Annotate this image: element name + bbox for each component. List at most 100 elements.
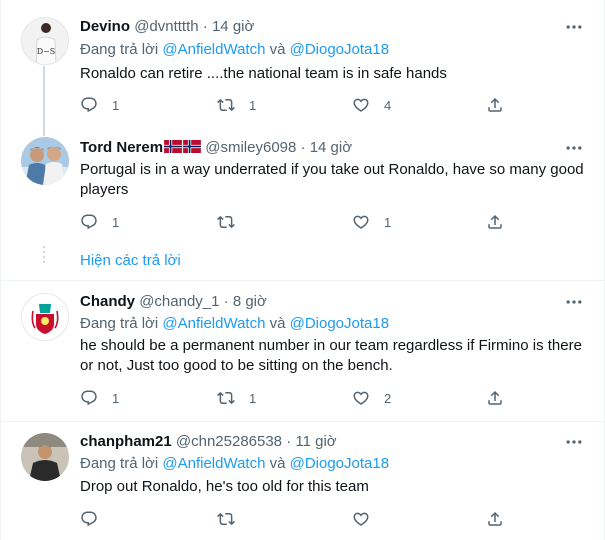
thread-line (43, 66, 45, 122)
tweet-header: Tord Nerem @smiley6098 · 14 giờ (80, 138, 352, 158)
more-options-icon[interactable] (564, 432, 584, 452)
reply-icon (80, 510, 98, 528)
like-button[interactable]: 4 (352, 95, 391, 115)
liverpool-crest-icon (22, 294, 68, 340)
share-button[interactable] (486, 212, 504, 232)
conjunction-text: và (269, 455, 286, 472)
share-icon (486, 510, 504, 528)
retweet-button[interactable]: 1 (217, 95, 256, 115)
user-handle[interactable]: @chandy_1 (139, 293, 219, 310)
show-replies-link[interactable]: Hiện các trả lời (80, 252, 181, 269)
like-count: 2 (384, 390, 392, 406)
mention-link[interactable]: @DiogoJota18 (290, 41, 389, 58)
more-options-icon[interactable] (564, 292, 584, 312)
replying-to: Đang trả lời @AnfieldWatch và @DiogoJota… (80, 40, 389, 60)
tweet-header: Devino @dvntttth · 14 giờ (80, 17, 254, 37)
norway-flag-icon (164, 140, 182, 153)
reply-button[interactable]: 1 (80, 212, 119, 232)
like-icon (352, 389, 370, 407)
tweet-text: Drop out Ronaldo, he's too old for this … (80, 478, 369, 495)
tweet-text: he should be a permanent number in our t… (80, 337, 582, 374)
retweet-button[interactable] (217, 212, 249, 232)
mention-link[interactable]: @AnfieldWatch (162, 41, 265, 58)
separator-dot: · (202, 18, 208, 35)
user-handle[interactable]: @chn25286538 (176, 433, 282, 450)
reply-button[interactable]: 1 (80, 388, 119, 408)
display-name[interactable]: Devino (80, 18, 130, 35)
user-handle[interactable]: @dvntttth (134, 18, 198, 35)
tweet-header: chanpham21 @chn25286538 · 11 giờ (80, 432, 337, 452)
retweet-count: 1 (249, 390, 257, 406)
reply-count: 1 (112, 214, 120, 230)
replying-to-label: Đang trả lời (80, 315, 159, 332)
mention-link[interactable]: @AnfieldWatch (162, 455, 265, 472)
tweet-chandy[interactable]: Chandy @chandy_1 · 8 giờ Đang trả lời @A… (1, 281, 605, 421)
share-icon (486, 213, 504, 231)
avatar[interactable]: D~S (21, 17, 69, 65)
tweet-text: Ronaldo can retire ....the national team… (80, 65, 447, 82)
display-name[interactable]: chanpham21 (80, 433, 172, 450)
share-button[interactable] (486, 509, 504, 529)
tweet-time[interactable]: 8 giờ (233, 293, 267, 310)
mention-link[interactable]: @DiogoJota18 (290, 315, 389, 332)
tweet-tord-nerem[interactable]: Tord Nerem @smiley6098 · 14 giờ Portugal… (1, 122, 605, 280)
avatar[interactable] (21, 433, 69, 481)
conjunction-text: và (269, 315, 286, 332)
conjunction-text: và (269, 41, 286, 58)
replying-to-label: Đang trả lời (80, 41, 159, 58)
retweet-icon (217, 389, 235, 407)
retweet-icon (217, 96, 235, 114)
like-icon (352, 510, 370, 528)
reply-icon (80, 213, 98, 231)
user-handle[interactable]: @smiley6098 (205, 139, 296, 156)
share-button[interactable] (486, 388, 504, 408)
share-icon (486, 96, 504, 114)
tweet-actions: 1 1 2 (80, 388, 520, 408)
share-icon (486, 389, 504, 407)
like-icon (352, 213, 370, 231)
separator-dot: · (300, 139, 306, 156)
tweet-actions: 1 1 4 (80, 95, 520, 115)
mention-link[interactable]: @DiogoJota18 (290, 455, 389, 472)
avatar[interactable] (21, 137, 69, 185)
replying-to: Đang trả lời @AnfieldWatch và @DiogoJota… (80, 314, 389, 334)
like-button[interactable]: 1 (352, 212, 391, 232)
more-options-icon[interactable] (564, 138, 584, 158)
retweet-button[interactable] (217, 509, 249, 529)
avatar[interactable] (21, 293, 69, 341)
tweet-time[interactable]: 14 giờ (212, 18, 254, 35)
svg-text:D~S: D~S (37, 47, 56, 56)
like-icon (352, 96, 370, 114)
share-button[interactable] (486, 95, 504, 115)
mention-link[interactable]: @AnfieldWatch (162, 315, 265, 332)
replying-to-label: Đang trả lời (80, 455, 159, 472)
reply-icon (80, 389, 98, 407)
thread-line (43, 122, 45, 136)
retweet-icon (217, 510, 235, 528)
display-name[interactable]: Chandy (80, 293, 135, 310)
display-name[interactable]: Tord Nerem (80, 139, 163, 156)
replying-to: Đang trả lời @AnfieldWatch và @DiogoJota… (80, 454, 389, 474)
tweet-devino[interactable]: D~S Devino @dvntttth · 14 giờ Đang trả l… (1, 0, 605, 122)
tweet-header: Chandy @chandy_1 · 8 giờ (80, 292, 267, 312)
tweet-time[interactable]: 14 giờ (310, 139, 352, 156)
like-button[interactable] (352, 509, 384, 529)
retweet-count: 1 (249, 97, 257, 113)
like-count: 4 (384, 97, 392, 113)
separator-dot: · (223, 293, 229, 310)
retweet-button[interactable]: 1 (217, 388, 256, 408)
tweet-actions: 1 1 (80, 212, 520, 232)
retweet-icon (217, 213, 235, 231)
tweet-chanpham21[interactable]: chanpham21 @chn25286538 · 11 giờ Đang tr… (1, 422, 605, 540)
reply-icon (80, 96, 98, 114)
like-button[interactable]: 2 (352, 388, 391, 408)
separator-dot: · (286, 433, 292, 450)
tweet-time[interactable]: 11 giờ (295, 433, 336, 450)
tweet-actions (80, 509, 520, 529)
reply-button[interactable] (80, 509, 112, 529)
norway-flag-icon (183, 140, 201, 153)
more-options-icon[interactable] (564, 17, 584, 37)
reply-count: 1 (112, 390, 120, 406)
like-count: 1 (384, 214, 392, 230)
reply-button[interactable]: 1 (80, 95, 119, 115)
